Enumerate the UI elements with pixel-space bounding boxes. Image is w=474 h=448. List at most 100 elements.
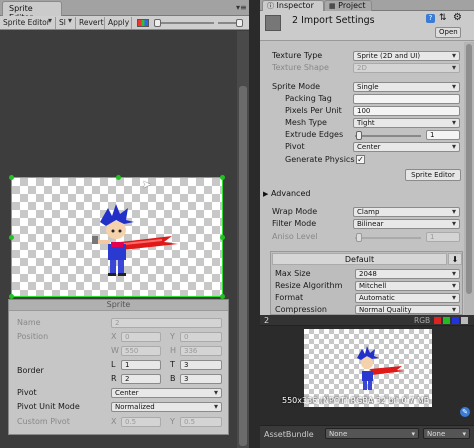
rect-handle-top-right[interactable] <box>220 175 225 180</box>
max-size-dropdown[interactable]: 2048 <box>355 269 460 279</box>
assetbundle-variant-dropdown[interactable]: None ▾ <box>423 428 470 439</box>
border-r-value: 2 <box>125 375 130 383</box>
width-field[interactable]: 550 <box>121 346 161 356</box>
extrude-slider-thumb[interactable] <box>356 131 362 140</box>
advanced-foldout[interactable]: ▶ Advanced <box>263 189 310 198</box>
window-menu-icon[interactable]: ▾≡ <box>236 3 247 12</box>
canvas-scroll-thumb[interactable] <box>239 86 247 446</box>
custom-pivot-x-field[interactable]: 0.5 <box>121 417 161 427</box>
sprite-mode-label: Sprite Mode <box>272 82 321 91</box>
channel-green-icon[interactable] <box>443 317 450 324</box>
mode-dropdown[interactable]: Sprite Editor <box>0 16 56 29</box>
aniso-level-input[interactable]: 1 <box>426 232 460 242</box>
texture-shape-value: 2D <box>357 64 367 72</box>
mip-slider-thumb[interactable] <box>236 19 243 27</box>
custom-pivot-y-label: Y <box>170 417 175 426</box>
apply-button[interactable]: Apply <box>105 17 132 29</box>
height-field[interactable]: 336 <box>180 346 222 356</box>
pos-y-label: Y <box>170 332 175 341</box>
help-icon[interactable]: ? <box>426 14 435 23</box>
slice-dropdown[interactable]: Sl <box>56 16 76 29</box>
platform-download-icon[interactable]: ⬇ <box>448 253 462 265</box>
asset-thumbnail-icon <box>265 15 281 31</box>
preview-pane: 2 RGB 550x336 (NPOT) RGBA 32 bit 0.7 MB … <box>260 315 474 425</box>
wrap-mode-dropdown[interactable]: Clamp <box>353 207 460 217</box>
sprite-editor-button[interactable]: Sprite Editor <box>405 169 461 181</box>
channel-alpha-icon[interactable] <box>461 317 468 324</box>
rect-handle-top-left[interactable] <box>9 175 14 180</box>
open-button[interactable]: Open <box>435 27 461 38</box>
platform-tab-default[interactable]: Default <box>272 253 447 265</box>
texture-type-dropdown[interactable]: Sprite (2D and UI) <box>353 51 460 61</box>
canvas-vertical-scrollbar[interactable] <box>237 31 249 448</box>
preview-channels-label[interactable]: RGB <box>414 316 430 325</box>
inspector-tab-icon: ⓘ <box>267 2 274 10</box>
preview-title: 2 <box>264 316 270 325</box>
inspector-vertical-scrollbar[interactable] <box>464 42 474 315</box>
zoom-slider-thumb[interactable] <box>154 19 161 27</box>
width-label: W <box>111 346 119 355</box>
extrude-slider-track[interactable] <box>355 135 421 137</box>
pos-y-field[interactable]: 0 <box>180 332 222 342</box>
custom-pivot-y-field[interactable]: 0.5 <box>180 417 222 427</box>
border-l-value: 1 <box>125 361 130 369</box>
filter-mode-dropdown[interactable]: Bilinear <box>353 219 460 229</box>
zoom-slider-track[interactable] <box>158 22 214 24</box>
channel-red-icon[interactable] <box>434 317 441 324</box>
tab-inspector[interactable]: ⓘ Inspector <box>262 0 324 11</box>
packing-tag-input[interactable] <box>353 94 460 104</box>
height-value: 336 <box>184 347 198 355</box>
width-value: 550 <box>125 347 139 355</box>
name-label: Name <box>17 318 41 327</box>
sprite-mode-dropdown[interactable]: Single <box>353 82 460 92</box>
ppu-value: 100 <box>357 107 371 115</box>
name-field[interactable]: 2 <box>111 318 222 328</box>
extrude-edges-input[interactable]: 1 <box>426 130 460 140</box>
inspector-scroll-thumb[interactable] <box>466 44 472 294</box>
rgb-toggle-icon[interactable] <box>137 19 149 27</box>
ppu-input[interactable]: 100 <box>353 106 460 116</box>
aniso-slider-track[interactable] <box>355 237 421 239</box>
tab-project[interactable]: ▦ Project <box>324 0 372 11</box>
pivot-unit-dropdown[interactable]: Normalized <box>111 402 222 412</box>
custom-pivot-y-value: 0.5 <box>184 418 196 426</box>
border-t-field[interactable]: 3 <box>180 360 222 370</box>
rect-handle-left[interactable] <box>9 235 14 240</box>
sprite-panel-header: Sprite <box>9 300 228 311</box>
preview-toolbar: 2 RGB <box>260 315 474 326</box>
resize-algorithm-dropdown[interactable]: Mitchell <box>355 281 460 291</box>
revert-button[interactable]: Revert <box>76 17 105 29</box>
texture-shape-dropdown[interactable]: 2D <box>353 63 460 73</box>
compression-dropdown[interactable]: Normal Quality <box>355 305 460 314</box>
tab-sprite-editor[interactable]: Sprite Editor <box>2 1 62 22</box>
preview-badge-icon: ✎ <box>460 407 470 417</box>
border-l-field[interactable]: 1 <box>121 360 161 370</box>
border-t-label: T <box>170 360 175 369</box>
preset-icon[interactable]: ⇅ <box>439 13 447 23</box>
packing-tag-label: Packing Tag <box>285 94 332 103</box>
border-b-field[interactable]: 3 <box>180 374 222 384</box>
pos-x-field[interactable]: 0 <box>121 332 161 342</box>
pivot-dropdown[interactable]: Center <box>353 142 460 152</box>
pivot-unit-value: Normalized <box>115 403 155 411</box>
sprite-pivot-dropdown[interactable]: Center <box>111 388 222 398</box>
assetbundle-dropdown[interactable]: None ▾ <box>325 428 419 439</box>
wrap-mode-value: Clamp <box>357 208 380 216</box>
assetbundle-variant-value: None <box>427 430 446 438</box>
panel-divider[interactable] <box>249 0 260 448</box>
settings-gear-icon[interactable]: ⚙ <box>453 12 462 23</box>
channel-blue-icon[interactable] <box>452 317 459 324</box>
rect-handle-top[interactable] <box>116 175 121 180</box>
rect-handle-right[interactable] <box>220 235 225 240</box>
sprite-texture-preview[interactable]: ➤ <box>9 175 225 299</box>
generate-physics-checkbox[interactable]: ✓ <box>356 155 365 164</box>
sprite-editor-tabbar: Sprite Editor ▾≡ <box>0 0 249 22</box>
resize-algorithm-value: Mitchell <box>359 282 387 290</box>
mesh-type-dropdown[interactable]: Tight <box>353 118 460 128</box>
border-r-field[interactable]: 2 <box>121 374 161 384</box>
pos-y-value: 0 <box>184 333 189 341</box>
assetbundle-variant-chevron-icon: ▾ <box>462 430 466 438</box>
format-dropdown[interactable]: Automatic <box>355 293 460 303</box>
aniso-slider-thumb[interactable] <box>356 233 362 242</box>
sprite-pivot-value: Center <box>115 389 139 397</box>
